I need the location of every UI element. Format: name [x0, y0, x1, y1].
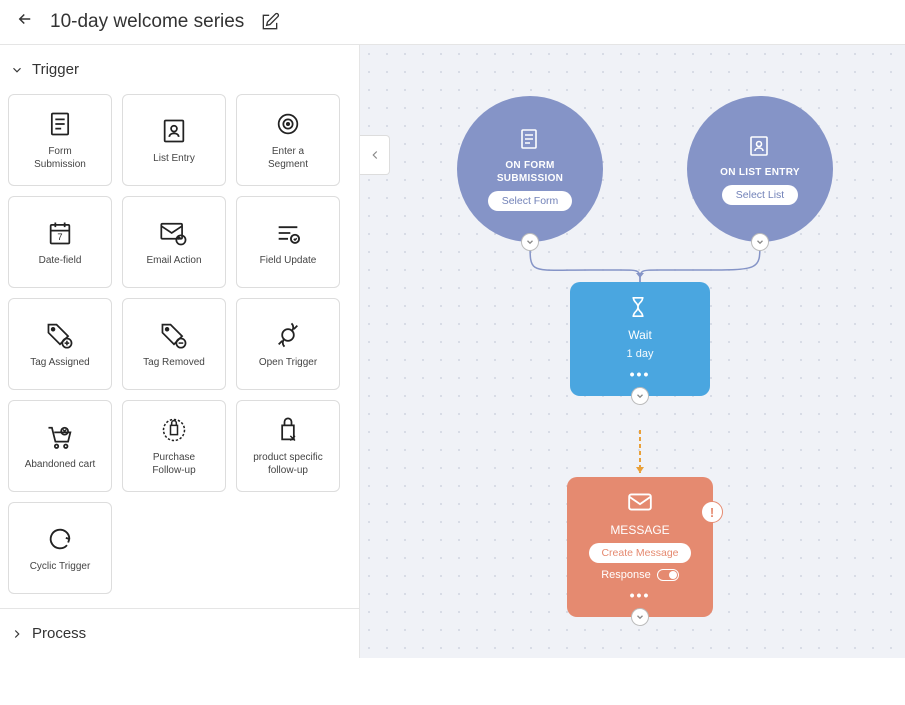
node-form-submission[interactable]: ON FORM SUBMISSION Select Form	[457, 96, 603, 242]
date-icon: 7	[45, 218, 75, 248]
node-list-entry[interactable]: ON LIST ENTRY Select List	[687, 96, 833, 242]
back-button[interactable]	[16, 10, 34, 34]
node-message-title: MESSAGE	[610, 523, 669, 537]
node-wait-title: Wait	[628, 328, 652, 342]
workflow-canvas[interactable]: ON FORM SUBMISSION Select Form ON LIST E…	[360, 45, 905, 658]
open-trigger-icon	[273, 320, 303, 350]
trigger-card-product-followup[interactable]: product specific follow-up	[236, 400, 340, 492]
page-title: 10-day welcome series	[50, 11, 244, 33]
response-toggle[interactable]	[657, 569, 679, 581]
edit-title-button[interactable]	[260, 12, 280, 32]
node-message-output-port[interactable]	[631, 608, 649, 626]
form-icon	[45, 109, 75, 139]
node-wait-output-port[interactable]	[631, 387, 649, 405]
form-icon	[517, 127, 543, 153]
cart-icon	[45, 422, 75, 452]
tag-add-icon	[45, 320, 75, 350]
list-entry-icon	[159, 116, 189, 146]
node-form-submission-title: ON FORM SUBMISSION	[497, 159, 563, 185]
process-section-label: Process	[32, 625, 86, 642]
create-message-button[interactable]: Create Message	[589, 543, 690, 563]
email-action-icon	[159, 218, 189, 248]
trigger-section-label: Trigger	[32, 61, 79, 78]
response-toggle-row[interactable]: Response	[601, 569, 679, 581]
trigger-card-abandoned-cart[interactable]: Abandoned cart	[8, 400, 112, 492]
node-wait[interactable]: Wait 1 day •••	[570, 282, 710, 396]
node-wait-subtitle: 1 day	[627, 348, 654, 360]
trigger-section-header[interactable]: Trigger	[0, 45, 359, 94]
tag-remove-icon	[159, 320, 189, 350]
trigger-card-field-update[interactable]: Field Update	[236, 196, 340, 288]
product-icon	[273, 415, 303, 445]
trigger-card-open-trigger[interactable]: Open Trigger	[236, 298, 340, 390]
process-section-header[interactable]: Process	[0, 608, 359, 658]
trigger-card-date-field[interactable]: 7Date-field	[8, 196, 112, 288]
hourglass-icon	[627, 296, 653, 322]
chevron-left-icon	[368, 148, 382, 162]
chevron-right-icon	[10, 627, 24, 641]
envelope-icon	[627, 491, 653, 517]
svg-text:7: 7	[57, 232, 62, 242]
trigger-card-email-action[interactable]: Email Action	[122, 196, 226, 288]
warning-icon[interactable]: !	[701, 501, 723, 523]
trigger-card-segment[interactable]: Enter a Segment	[236, 94, 340, 186]
segment-icon	[273, 109, 303, 139]
field-update-icon	[273, 218, 303, 248]
trigger-card-purchase-followup[interactable]: Purchase Follow-up	[122, 400, 226, 492]
node-message-menu[interactable]: •••	[630, 587, 651, 603]
node-form-submission-output-port[interactable]	[521, 233, 539, 251]
node-list-entry-output-port[interactable]	[751, 233, 769, 251]
trigger-card-tag-assigned[interactable]: Tag Assigned	[8, 298, 112, 390]
list-entry-icon	[747, 134, 773, 160]
collapse-sidebar-button[interactable]	[360, 135, 390, 175]
node-wait-menu[interactable]: •••	[630, 366, 651, 382]
select-list-button[interactable]: Select List	[722, 185, 798, 205]
select-form-button[interactable]: Select Form	[488, 191, 573, 211]
cyclic-icon	[45, 524, 75, 554]
trigger-card-cyclic[interactable]: Cyclic Trigger	[8, 502, 112, 594]
trigger-card-list-entry[interactable]: List Entry	[122, 94, 226, 186]
purchase-icon	[159, 415, 189, 445]
trigger-card-form-submission[interactable]: Form Submission	[8, 94, 112, 186]
node-list-entry-title: ON LIST ENTRY	[720, 166, 800, 179]
trigger-card-tag-removed[interactable]: Tag Removed	[122, 298, 226, 390]
chevron-down-icon	[10, 63, 24, 77]
sidebar: Trigger Form Submission List Entry Enter…	[0, 45, 360, 658]
node-message[interactable]: MESSAGE Create Message Response ••• !	[567, 477, 713, 617]
